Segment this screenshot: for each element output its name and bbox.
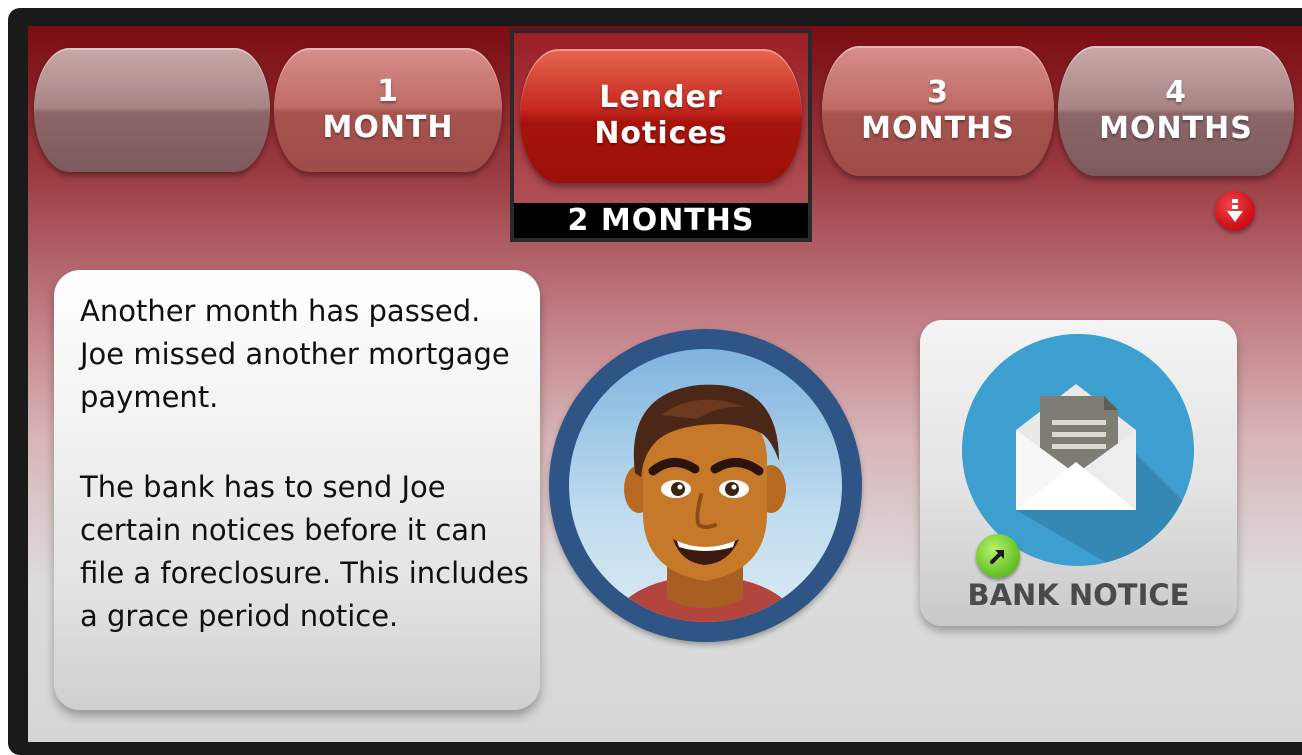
- open-notice-button[interactable]: [976, 534, 1020, 578]
- arrow-down-icon: [1227, 199, 1243, 222]
- tab-3-months-unit: MONTHS: [861, 111, 1015, 146]
- joe-face-illustration: [609, 384, 801, 622]
- scroll-down-button[interactable]: [1215, 191, 1255, 231]
- tab-lender-notices[interactable]: Lender Notices: [520, 49, 802, 183]
- tab-1-month-number: 1: [377, 74, 399, 109]
- tab-1-month-unit: MONTH: [322, 110, 454, 145]
- story-paragraph-1: Another month has passed. Joe missed ano…: [80, 294, 510, 414]
- active-step-label: 2 MONTHS: [514, 203, 808, 238]
- avatar-portrait: [569, 349, 842, 622]
- arrow-up-right-icon: [990, 550, 1004, 564]
- bank-notice-card[interactable]: BANK NOTICE: [920, 320, 1237, 626]
- tab-blank[interactable]: [34, 48, 270, 172]
- tab-3-months-number: 3: [927, 75, 949, 110]
- bank-notice-label: BANK NOTICE: [967, 578, 1190, 612]
- tab-4-months-number: 4: [1165, 75, 1187, 110]
- tab-1-month[interactable]: 1 MONTH: [274, 48, 502, 172]
- story-paragraph-2: The bank has to send Joe certain notices…: [80, 470, 529, 633]
- lesson-stage: 1 MONTH Lender Notices 2 MONTHS 3 MONTHS…: [28, 26, 1302, 742]
- tab-lender-notices-line2: Notices: [594, 116, 728, 151]
- tab-3-months[interactable]: 3 MONTHS: [822, 46, 1054, 176]
- envelope-icon: [962, 334, 1194, 566]
- tab-4-months[interactable]: 4 MONTHS: [1058, 46, 1294, 176]
- joe-avatar: [549, 329, 862, 642]
- tab-lender-notices-line1: Lender: [599, 80, 723, 115]
- story-card: Another month has passed. Joe missed ano…: [54, 270, 540, 710]
- tab-4-months-unit: MONTHS: [1099, 111, 1253, 146]
- envelope-illustration: [1016, 384, 1194, 566]
